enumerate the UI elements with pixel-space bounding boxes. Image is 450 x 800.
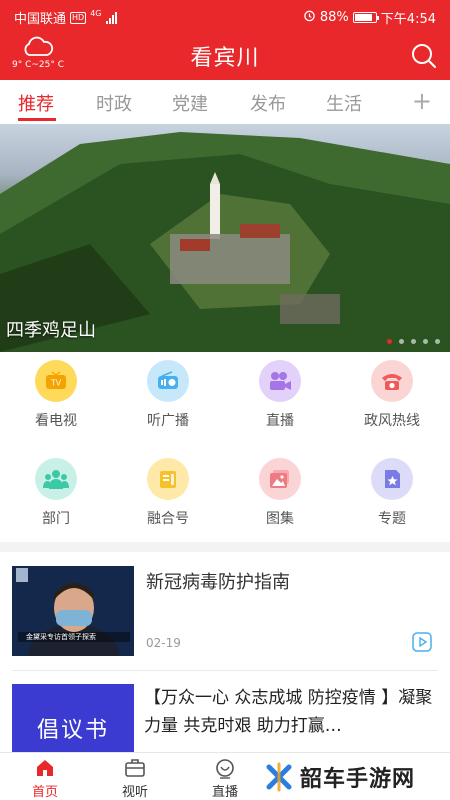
active-tab-indicator bbox=[18, 118, 56, 121]
signal-icon bbox=[105, 11, 117, 24]
grid-item-label: 听广播 bbox=[147, 413, 189, 429]
site-watermark: 韶车手游网 bbox=[258, 760, 450, 794]
search-button[interactable] bbox=[410, 42, 438, 70]
carrier-label: 中国联通 bbox=[14, 12, 67, 27]
news-item[interactable]: 倡议书 【万众一心 众志成城 防控疫情 】凝聚力量 共克时艰 助力打赢… bbox=[12, 682, 438, 752]
grid-item-radio[interactable]: 听广播 bbox=[112, 352, 224, 442]
grid-item-label: 部门 bbox=[42, 511, 70, 527]
tab-politics[interactable]: 时政 bbox=[96, 90, 132, 116]
home-icon bbox=[34, 757, 56, 779]
grid-item-media[interactable]: 融合号 bbox=[112, 450, 224, 540]
network-type: 4G bbox=[90, 9, 102, 18]
battery-percent: 88% bbox=[319, 10, 349, 25]
nav-label: 直播 bbox=[211, 785, 238, 800]
grid-item-live[interactable]: 直播 bbox=[224, 352, 336, 442]
section-divider bbox=[0, 542, 450, 552]
app-header: 中国联通 HD 4G 88% 下午4:54 9° C~25° C 看宾川 bbox=[0, 0, 450, 80]
people-icon bbox=[35, 458, 77, 500]
thumbnail-caption: 金黛采专访首领子探索 bbox=[26, 633, 96, 641]
carousel-dot[interactable] bbox=[411, 339, 416, 344]
search-icon bbox=[412, 44, 437, 69]
gallery-icon bbox=[259, 458, 301, 500]
video-play-button[interactable] bbox=[412, 632, 432, 652]
status-bar: 中国联通 HD 4G 88% 下午4:54 bbox=[0, 0, 450, 32]
banner-carousel[interactable]: 四季鸡足山 bbox=[0, 124, 450, 352]
news-date: 02-19 bbox=[146, 636, 181, 650]
grid-item-topic[interactable]: 专题 bbox=[336, 450, 448, 540]
media-icon bbox=[147, 458, 189, 500]
grid-item-label: 直播 bbox=[266, 413, 294, 429]
alarm-icon bbox=[303, 9, 316, 26]
camera-icon bbox=[259, 360, 301, 402]
function-grid: TV 看电视 听广播 直播 政风热线 部门 融合号 图集 专题 bbox=[0, 352, 450, 542]
clock: 下午4:54 bbox=[380, 12, 436, 27]
nav-label: 首页 bbox=[31, 785, 58, 800]
carousel-dots bbox=[387, 339, 440, 344]
tab-life[interactable]: 生活 bbox=[326, 90, 362, 116]
tv-briefcase-icon bbox=[124, 757, 146, 779]
hd-badge: HD bbox=[70, 11, 87, 24]
tab-release[interactable]: 发布 bbox=[250, 90, 286, 116]
radio-icon bbox=[147, 360, 189, 402]
carousel-dot[interactable] bbox=[387, 339, 392, 344]
svg-text:TV: TV bbox=[51, 379, 62, 388]
grid-item-label: 看电视 bbox=[35, 413, 77, 429]
news-title: 【万众一心 众志成城 防控疫情 】凝聚力量 共克时艰 助力打赢… bbox=[144, 688, 433, 736]
battery-icon bbox=[352, 12, 379, 23]
news-item[interactable]: 金黛采专访首领子探索 新冠病毒防护指南 02-19 bbox=[12, 566, 438, 670]
banner-caption: 四季鸡足山 bbox=[6, 320, 96, 341]
grid-item-label: 专题 bbox=[378, 511, 406, 527]
grid-item-department[interactable]: 部门 bbox=[0, 450, 112, 540]
grid-item-hotline[interactable]: 政风热线 bbox=[336, 352, 448, 442]
news-title: 新冠病毒防护指南 bbox=[146, 572, 290, 593]
grid-item-label: 图集 bbox=[266, 511, 294, 527]
tv-icon: TV bbox=[35, 360, 77, 402]
grid-item-tv[interactable]: TV 看电视 bbox=[0, 352, 112, 442]
news-list: 金黛采专访首领子探索 新冠病毒防护指南 02-19 倡议书 【万众一心 众志成城… bbox=[0, 552, 450, 752]
nav-live[interactable]: 直播 bbox=[190, 755, 260, 800]
news-thumbnail: 倡议书 bbox=[12, 684, 134, 752]
play-icon bbox=[412, 632, 432, 652]
thumbnail-text: 倡议书 bbox=[36, 718, 109, 743]
list-divider bbox=[12, 670, 438, 671]
nav-label: 视听 bbox=[121, 785, 148, 800]
nav-home[interactable]: 首页 bbox=[10, 755, 80, 800]
grid-item-gallery[interactable]: 图集 bbox=[224, 450, 336, 540]
nav-av[interactable]: 视听 bbox=[100, 755, 170, 800]
topic-icon bbox=[371, 458, 413, 500]
page-title: 看宾川 bbox=[190, 46, 260, 71]
phone-icon bbox=[371, 360, 413, 402]
watermark-logo-icon bbox=[266, 762, 292, 792]
add-tab-button[interactable]: + bbox=[412, 89, 432, 113]
tab-party[interactable]: 党建 bbox=[172, 90, 208, 116]
news-thumbnail: 金黛采专访首领子探索 bbox=[12, 566, 134, 656]
watermark-text: 韶车手游网 bbox=[300, 767, 416, 792]
tab-recommend[interactable]: 推荐 bbox=[18, 90, 54, 116]
carousel-dot[interactable] bbox=[423, 339, 428, 344]
carousel-dot[interactable] bbox=[435, 339, 440, 344]
grid-item-label: 政风热线 bbox=[364, 413, 420, 429]
category-tabs: 推荐 时政 党建 发布 生活 + bbox=[0, 80, 450, 124]
live-icon bbox=[214, 757, 236, 779]
grid-item-label: 融合号 bbox=[147, 511, 189, 527]
carousel-dot[interactable] bbox=[399, 339, 404, 344]
